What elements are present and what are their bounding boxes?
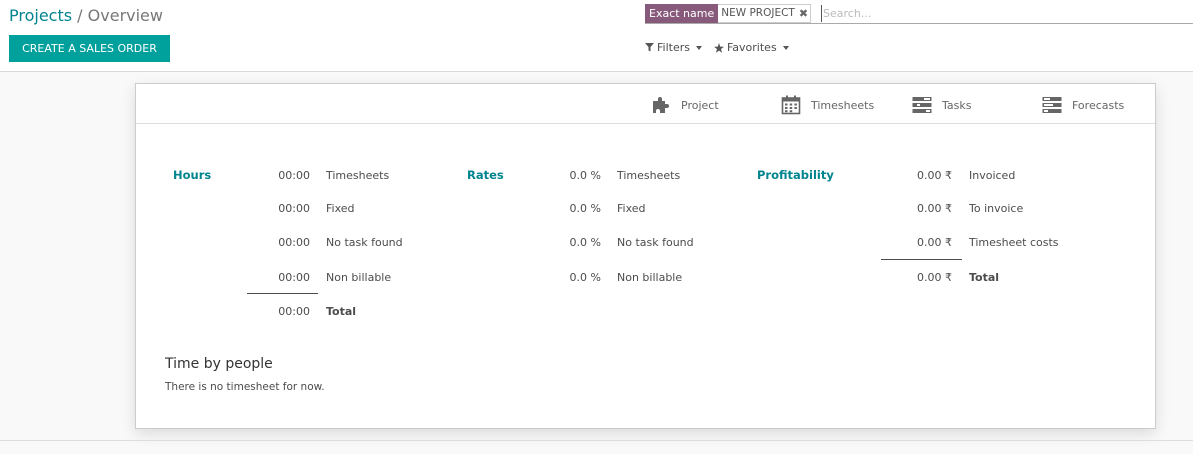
puzzle-icon (653, 97, 669, 113)
rates-non-billable-value: 0.0 % (569, 271, 601, 284)
rates-non-billable-label: Non billable (617, 271, 683, 284)
breadcrumb-projects-link[interactable]: Projects (9, 6, 72, 25)
time-by-people-empty-message: There is no timesheet for now. (165, 381, 325, 393)
hours-total-value: 00:00 (278, 305, 310, 318)
search-input[interactable] (821, 5, 1181, 22)
tasks-stat-label: Tasks (942, 98, 972, 112)
hours-fixed-label: Fixed (326, 202, 355, 215)
hours-no-task-label: No task found (326, 236, 403, 249)
breadcrumb-separator: / (77, 6, 83, 25)
forecasts-icon (1042, 97, 1062, 113)
forecasts-stat-label: Forecasts (1072, 98, 1125, 112)
breadcrumb: Projects / Overview (9, 6, 163, 25)
calendar-icon (781, 95, 801, 115)
rates-section-title: Rates (467, 168, 504, 182)
chevron-down-icon (782, 45, 789, 50)
rates-no-task-label: No task found (617, 236, 694, 249)
stat-button-box: Project Timesheets Tasks Forecasts (136, 84, 1155, 124)
breadcrumb-current: Overview (87, 6, 163, 25)
profit-invoiced-value: 0.00 ₹ (917, 169, 952, 182)
profit-total-divider (881, 259, 962, 260)
search-options: Filters Favorites (645, 41, 789, 54)
tasks-icon (912, 97, 932, 113)
hours-section-title: Hours (173, 168, 212, 182)
rates-no-task-value: 0.0 % (569, 236, 601, 249)
favorites-label: Favorites (726, 41, 777, 54)
profit-to-invoice-value: 0.00 ₹ (917, 202, 952, 215)
rates-fixed-label: Fixed (617, 202, 646, 215)
profitability-section-title: Profitability (757, 168, 834, 182)
profit-total-label: Total (969, 271, 1000, 284)
hours-fixed-value: 00:00 (278, 202, 310, 215)
facet-value: NEW PROJECT ✖ (718, 4, 812, 23)
profit-timesheet-costs-label: Timesheet costs (969, 236, 1059, 249)
profit-to-invoice-label: To invoice (969, 202, 1024, 215)
rates-fixed-value: 0.0 % (569, 202, 601, 215)
rates-timesheets-label: Timesheets (617, 169, 681, 182)
control-panel: Projects / Overview CREATE A SALES ORDER… (0, 0, 1193, 72)
hours-non-billable-label: Non billable (326, 271, 392, 284)
facet-value-text: NEW PROJECT (721, 7, 795, 19)
create-sales-order-button[interactable]: CREATE A SALES ORDER (9, 35, 170, 62)
timesheets-stat-button[interactable]: Timesheets (781, 94, 874, 116)
filters-dropdown[interactable]: Filters (645, 41, 702, 54)
project-stat-button[interactable]: Project (651, 94, 719, 116)
hours-timesheets-value: 00:00 (278, 169, 310, 182)
timesheets-stat-label: Timesheets (811, 98, 875, 112)
hours-non-billable-value: 00:00 (278, 271, 310, 284)
filters-label: Filters (657, 41, 690, 54)
filter-icon (645, 43, 654, 52)
footer-divider (0, 440, 1193, 441)
hours-total-divider (247, 293, 318, 294)
remove-facet-icon[interactable]: ✖ (799, 5, 808, 22)
time-by-people-title: Time by people (165, 356, 273, 372)
favorites-dropdown[interactable]: Favorites (713, 41, 789, 54)
tasks-stat-button[interactable]: Tasks (912, 94, 971, 116)
chevron-down-icon (695, 45, 702, 50)
profit-timesheet-costs-value: 0.00 ₹ (917, 236, 952, 249)
facet-category: Exact name (645, 4, 719, 23)
project-stat-label: Project (681, 98, 719, 112)
rates-timesheets-value: 0.0 % (569, 169, 601, 182)
project-overview-sheet: Project Timesheets Tasks Forecasts Hours… (135, 83, 1156, 429)
forecasts-stat-button[interactable]: Forecasts (1042, 94, 1124, 116)
hours-no-task-value: 00:00 (278, 236, 310, 249)
hours-total-label: Total (326, 305, 357, 318)
profit-invoiced-label: Invoiced (969, 169, 1016, 182)
search-facet: Exact name NEW PROJECT ✖ (645, 4, 812, 23)
star-icon (713, 42, 724, 53)
hours-timesheets-label: Timesheets (326, 169, 390, 182)
profit-total-value: 0.00 ₹ (917, 271, 952, 284)
search-view: Exact name NEW PROJECT ✖ (645, 4, 1193, 24)
